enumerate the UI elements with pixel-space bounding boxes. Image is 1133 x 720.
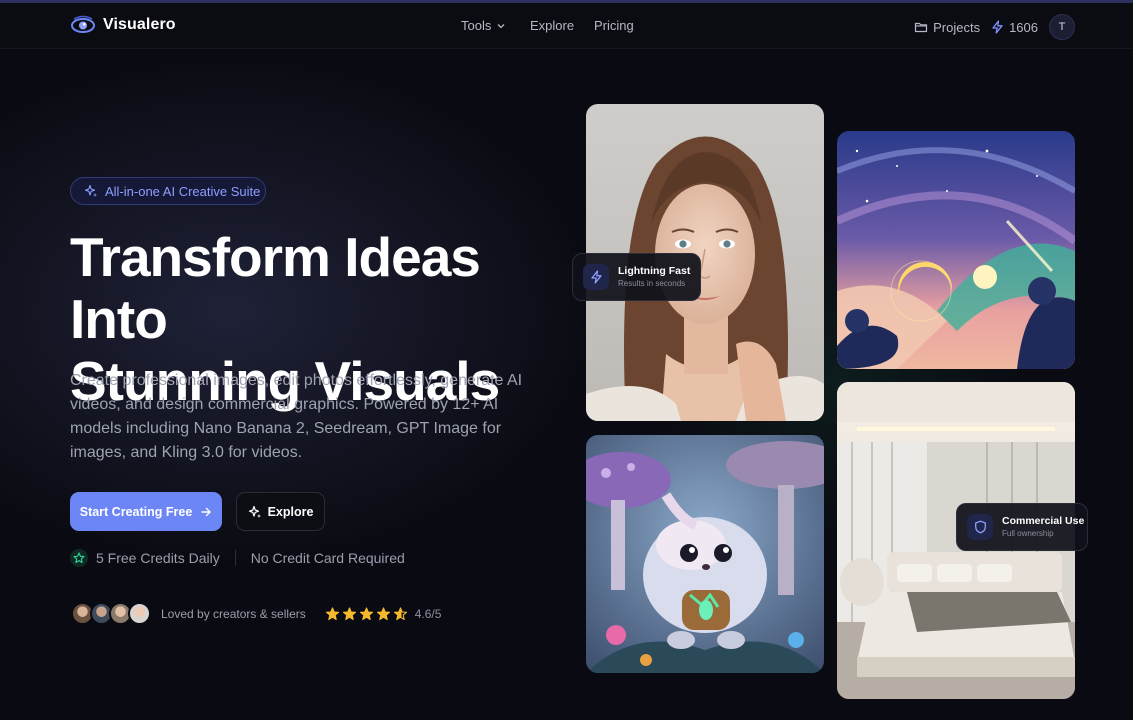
user-avatar-button[interactable]: T — [1049, 14, 1075, 40]
chip-commercial-subtitle: Full ownership — [1002, 529, 1054, 538]
avatar-stack — [71, 602, 151, 625]
navbar: Visualero Tools Explore Pricing Projects — [0, 3, 1133, 49]
hero-badge-label: All-in-one AI Creative Suite — [105, 183, 261, 199]
chip-fast-title: Lightning Fast — [618, 265, 691, 277]
start-creating-free-button[interactable]: Start Creating Free — [70, 492, 222, 531]
avatar — [128, 602, 151, 625]
avatar-initial: T — [1058, 21, 1066, 33]
folder-icon — [915, 22, 928, 33]
chip-commercial-title: Commercial Use — [1002, 515, 1085, 527]
star-icon — [359, 606, 373, 620]
sparkles-icon — [84, 184, 97, 197]
chip-fast-subtitle: Results in seconds — [618, 279, 686, 288]
star-circle-icon — [70, 549, 88, 567]
nav-links: Tools Explore Pricing — [461, 18, 634, 33]
perks-row: 5 Free Credits Daily No Credit Card Requ… — [70, 549, 405, 567]
eye-logo-icon — [71, 15, 95, 33]
chevron-down-icon — [497, 23, 505, 28]
social-proof: Loved by creators & sellers 4.6/5 — [71, 602, 441, 625]
feature-chip-commercial-use: Commercial Use Full ownership — [956, 503, 1088, 551]
credits-counter[interactable]: 1606 — [991, 20, 1038, 35]
projects-label: Projects — [933, 19, 981, 35]
star-icon — [342, 606, 356, 620]
brand-name: Visualero — [103, 16, 176, 33]
sparkles-icon — [248, 505, 261, 518]
hero-description: Create professional images, edit photos … — [70, 372, 523, 461]
perk-free-credits: 5 Free Credits Daily — [96, 550, 220, 566]
nav-link-explore-label: Explore — [530, 18, 575, 33]
lightning-icon — [992, 20, 1003, 34]
nav-link-pricing-label: Pricing — [594, 18, 634, 33]
nav-link-tools-label: Tools — [461, 18, 492, 33]
hero-badge: All-in-one AI Creative Suite — [70, 177, 266, 205]
start-creating-free-label: Start Creating Free — [79, 504, 193, 519]
rating-value: 4.6/5 — [414, 606, 442, 621]
star-icon — [393, 606, 407, 620]
rating-stars — [325, 606, 408, 621]
showcase-image-fluffy-creature — [586, 435, 824, 673]
showcase-image-night-sky — [837, 131, 1075, 369]
perk-divider — [234, 550, 236, 566]
projects-link[interactable]: Projects — [914, 20, 980, 35]
nav-link-explore[interactable]: Explore — [530, 18, 594, 33]
nav-right: Projects 1606 T — [914, 14, 1075, 40]
perk-no-credit-card: No Credit Card Required — [250, 550, 405, 566]
star-icon — [325, 606, 339, 620]
nav-link-pricing[interactable]: Pricing — [594, 18, 634, 33]
explore-button-label: Explore — [267, 504, 314, 519]
star-icon — [376, 606, 390, 620]
arrow-right-icon — [201, 507, 211, 516]
feature-chip-lightning-fast: Lightning Fast Results in seconds — [572, 253, 701, 301]
credits-count: 1606 — [1009, 19, 1038, 35]
nav-link-tools[interactable]: Tools — [461, 18, 530, 33]
explore-button[interactable]: Explore — [236, 492, 325, 531]
lightning-icon — [583, 264, 609, 290]
brand-logo-link[interactable]: Visualero — [71, 13, 176, 37]
hero-title-line-1: Transform Ideas Into — [70, 226, 481, 350]
shield-icon — [967, 514, 993, 540]
social-proof-text: Loved by creators & sellers — [161, 606, 306, 621]
